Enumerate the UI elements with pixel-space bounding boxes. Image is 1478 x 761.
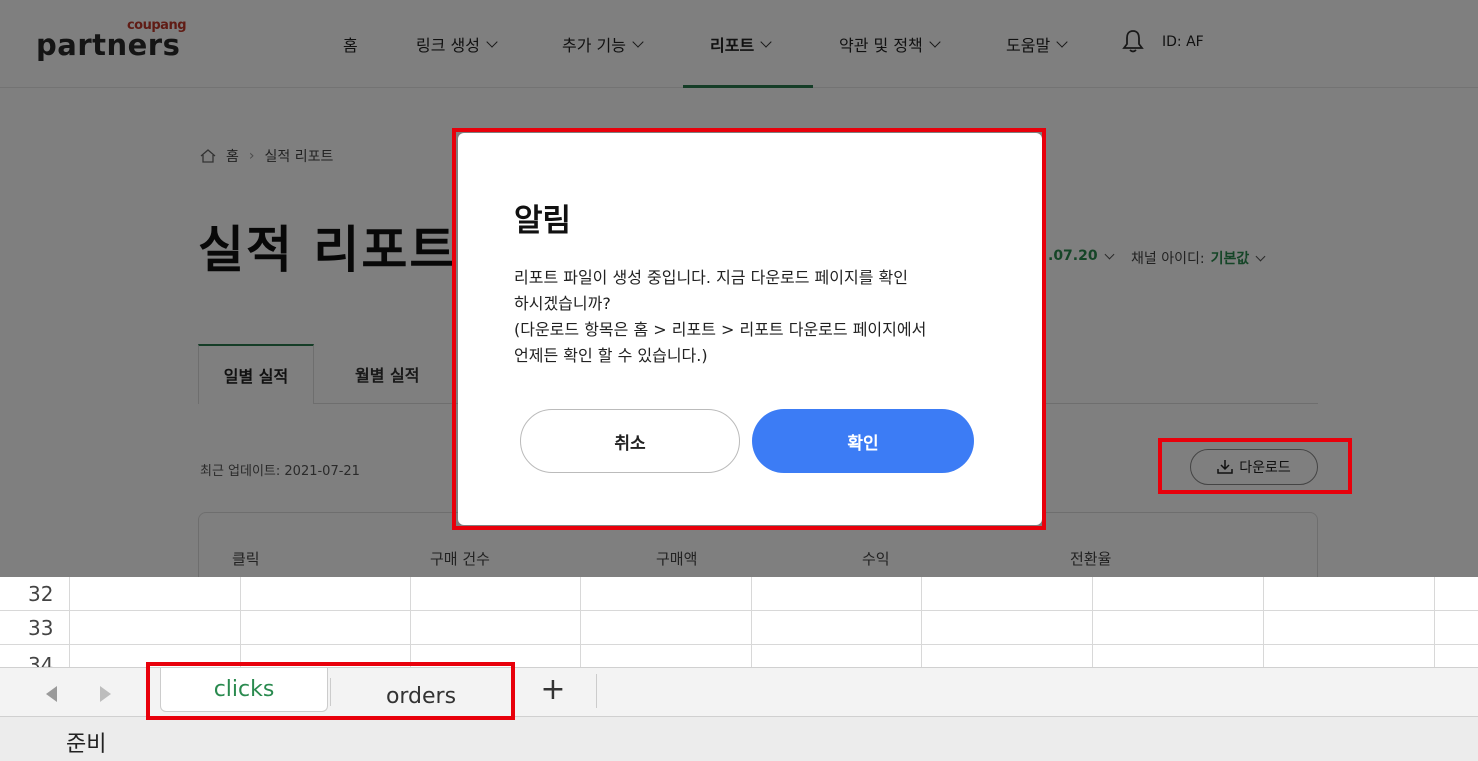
dialog-message-line: (다운로드 항목은 홈 > 리포트 > 리포트 다운로드 페이지에서 bbox=[514, 320, 927, 339]
row-header[interactable]: 33 bbox=[0, 611, 70, 644]
notice-dialog: 알림 리포트 파일이 생성 중입니다. 지금 다운로드 페이지를 확인 하시겠습… bbox=[458, 133, 1042, 525]
row-header[interactable]: 32 bbox=[0, 577, 70, 610]
dialog-message: 리포트 파일이 생성 중입니다. 지금 다운로드 페이지를 확인 하시겠습니까?… bbox=[514, 265, 1014, 369]
sheet-tab-bar: clicks orders + bbox=[0, 667, 1478, 717]
dialog-title: 알림 bbox=[514, 203, 572, 239]
add-sheet-button[interactable]: + bbox=[538, 672, 568, 707]
status-bar: 준비 bbox=[0, 717, 1478, 761]
coupang-partners-page: coupang partners 홈 링크 생성 추가 기능 리포트 약관 및 … bbox=[0, 0, 1478, 577]
confirm-button[interactable]: 확인 bbox=[752, 409, 974, 473]
sheet-tab-orders[interactable]: orders bbox=[338, 674, 504, 718]
dialog-message-line: 하시겠습니까? bbox=[514, 294, 611, 313]
spreadsheet-grid: 32 33 34 bbox=[0, 577, 1478, 667]
column-divider bbox=[1434, 577, 1435, 667]
column-divider bbox=[921, 577, 922, 667]
tab-divider bbox=[330, 678, 331, 706]
row-header[interactable]: 34 bbox=[0, 645, 70, 667]
column-divider bbox=[1092, 577, 1093, 667]
column-divider bbox=[751, 577, 752, 667]
column-divider bbox=[410, 577, 411, 667]
sheet-row[interactable]: 33 bbox=[0, 611, 1478, 645]
column-divider bbox=[580, 577, 581, 667]
column-divider bbox=[1263, 577, 1264, 667]
dialog-message-line: 언제든 확인 할 수 있습니다.) bbox=[514, 346, 708, 365]
next-sheet-arrow-icon[interactable] bbox=[100, 686, 111, 702]
prev-sheet-arrow-icon[interactable] bbox=[46, 686, 57, 702]
dialog-message-line: 리포트 파일이 생성 중입니다. 지금 다운로드 페이지를 확인 bbox=[514, 268, 908, 287]
sheet-row[interactable]: 32 bbox=[0, 577, 1478, 611]
tab-divider bbox=[596, 674, 597, 708]
column-divider bbox=[240, 577, 241, 667]
cancel-button[interactable]: 취소 bbox=[520, 409, 740, 473]
screenshot-root: coupang partners 홈 링크 생성 추가 기능 리포트 약관 및 … bbox=[0, 0, 1478, 761]
status-text: 준비 bbox=[66, 732, 107, 757]
sheet-tab-clicks[interactable]: clicks bbox=[160, 668, 328, 712]
sheet-row[interactable]: 34 bbox=[0, 645, 1478, 667]
